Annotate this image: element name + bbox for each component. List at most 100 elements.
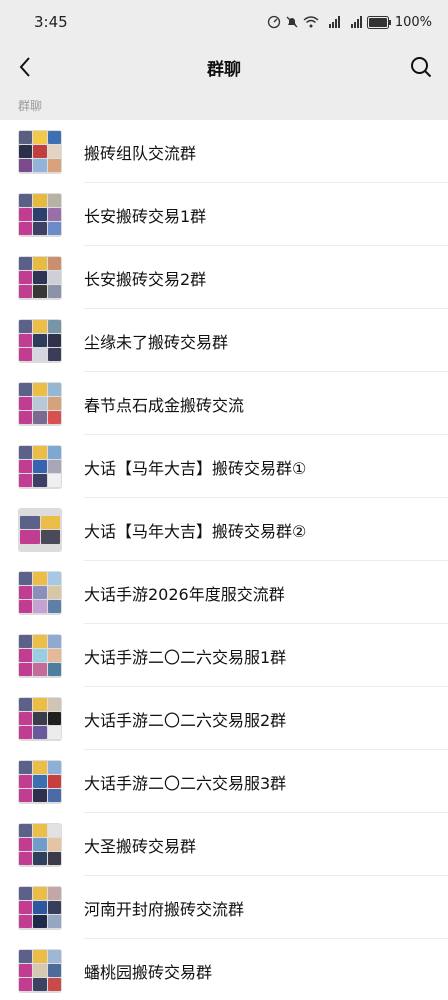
avatar-tile [33, 459, 47, 474]
signal-5g-icon-2 [350, 16, 362, 28]
group-name: 搬砖组队交流群 [84, 143, 197, 163]
group-list-item[interactable]: 蟠桃园搬砖交易群 [0, 939, 448, 1000]
avatar-tile [19, 789, 33, 803]
avatar-tile [33, 978, 47, 992]
avatar-tile [47, 585, 61, 600]
group-list-item[interactable]: 长安搬砖交易2群 [0, 246, 448, 309]
avatar-tile [47, 823, 61, 837]
avatar-tile [19, 571, 33, 585]
group-avatar [18, 696, 62, 741]
group-list-item[interactable]: 大话【马年大吉】搬砖交易群① [0, 435, 448, 498]
group-avatar [18, 381, 62, 426]
group-list-item[interactable]: 春节点石成金搬砖交流 [0, 372, 448, 435]
avatar-tile [19, 963, 33, 978]
avatar-tile [19, 144, 33, 159]
avatar-tile [33, 333, 47, 348]
avatar-tile [19, 852, 33, 866]
avatar-tile [19, 886, 33, 900]
avatar-tile [47, 396, 61, 411]
back-button[interactable] [10, 52, 40, 82]
avatar-tile [19, 130, 33, 144]
nav-bar: 群聊 [0, 44, 448, 90]
avatar-tile [47, 459, 61, 474]
avatar-tile [19, 915, 33, 929]
avatar-tile [33, 382, 47, 396]
avatar-tile [19, 474, 33, 488]
group-list-item[interactable]: 大话手游二〇二六交易服1群 [0, 624, 448, 687]
avatar-tile [47, 760, 61, 774]
group-avatar [18, 507, 62, 552]
section-header: 群聊 [0, 90, 448, 120]
avatar-tile [33, 285, 47, 299]
avatar-tile [19, 697, 33, 711]
avatar-tile [33, 474, 47, 488]
avatar-tile [47, 663, 61, 677]
group-name: 尘缘未了搬砖交易群 [84, 332, 229, 352]
avatar-tile [47, 256, 61, 270]
avatar-tile [47, 193, 61, 207]
avatar-tile [33, 585, 47, 600]
avatar-tile [33, 222, 47, 236]
group-list-item[interactable]: 大圣搬砖交易群 [0, 813, 448, 876]
wifi-icon [303, 16, 319, 28]
avatar-tile [47, 159, 61, 173]
group-list-item[interactable]: 大话手游二〇二六交易服2群 [0, 687, 448, 750]
group-list-item[interactable]: 搬砖组队交流群 [0, 120, 448, 183]
avatar-tile [47, 900, 61, 915]
avatar-tile [33, 711, 47, 726]
group-name: 长安搬砖交易2群 [84, 269, 207, 289]
avatar-tile [47, 774, 61, 789]
avatar-tile [47, 411, 61, 425]
avatar-tile [19, 900, 33, 915]
status-bar: 3:45 100% [0, 0, 448, 44]
avatar-tile [33, 697, 47, 711]
avatar-tile [33, 900, 47, 915]
avatar-tile [19, 949, 33, 963]
avatar-tile [47, 285, 61, 299]
avatar-tile [33, 193, 47, 207]
avatar-tile [33, 760, 47, 774]
avatar-tile [33, 949, 47, 963]
group-avatar [18, 885, 62, 930]
avatar-tile [47, 634, 61, 648]
group-avatar [18, 570, 62, 615]
group-list-item[interactable]: 长安搬砖交易1群 [0, 183, 448, 246]
avatar-tile [33, 789, 47, 803]
avatar-tile [19, 726, 33, 740]
group-avatar [18, 318, 62, 363]
group-list-item[interactable]: 大话手游2026年度服交流群 [0, 561, 448, 624]
avatar-tile [19, 978, 33, 992]
avatar-tile [47, 571, 61, 585]
avatar-tile [33, 600, 47, 614]
avatar-tile [40, 515, 60, 529]
group-avatar [18, 192, 62, 237]
avatar-tile [33, 915, 47, 929]
avatar-tile [19, 600, 33, 614]
avatar-tile [19, 663, 33, 677]
status-time: 3:45 [34, 13, 68, 31]
group-avatar [18, 444, 62, 489]
group-list-item[interactable]: 尘缘未了搬砖交易群 [0, 309, 448, 372]
avatar-tile [47, 726, 61, 740]
avatar-tile [33, 886, 47, 900]
group-list-item[interactable]: 大话【马年大吉】搬砖交易群② [0, 498, 448, 561]
group-name: 春节点石成金搬砖交流 [84, 395, 245, 415]
search-button[interactable] [406, 52, 436, 82]
group-list-item[interactable]: 大话手游二〇二六交易服3群 [0, 750, 448, 813]
group-name: 大话手游二〇二六交易服3群 [84, 773, 287, 793]
avatar-tile [33, 774, 47, 789]
group-list-item[interactable]: 河南开封府搬砖交流群 [0, 876, 448, 939]
avatar-tile [33, 726, 47, 740]
avatar-tile [19, 222, 33, 236]
avatar-tile [33, 852, 47, 866]
avatar-tile [47, 697, 61, 711]
group-avatar [18, 948, 62, 993]
avatar-tile [33, 207, 47, 222]
group-name: 蟠桃园搬砖交易群 [84, 962, 213, 982]
group-list: 搬砖组队交流群长安搬砖交易1群长安搬砖交易2群尘缘未了搬砖交易群 春节点石成金搬砖… [0, 120, 448, 1000]
avatar-tile [47, 886, 61, 900]
avatar-tile [47, 978, 61, 992]
avatar-tile [33, 411, 47, 425]
avatar-tile [47, 207, 61, 222]
group-name: 大话手游二〇二六交易服2群 [84, 710, 287, 730]
